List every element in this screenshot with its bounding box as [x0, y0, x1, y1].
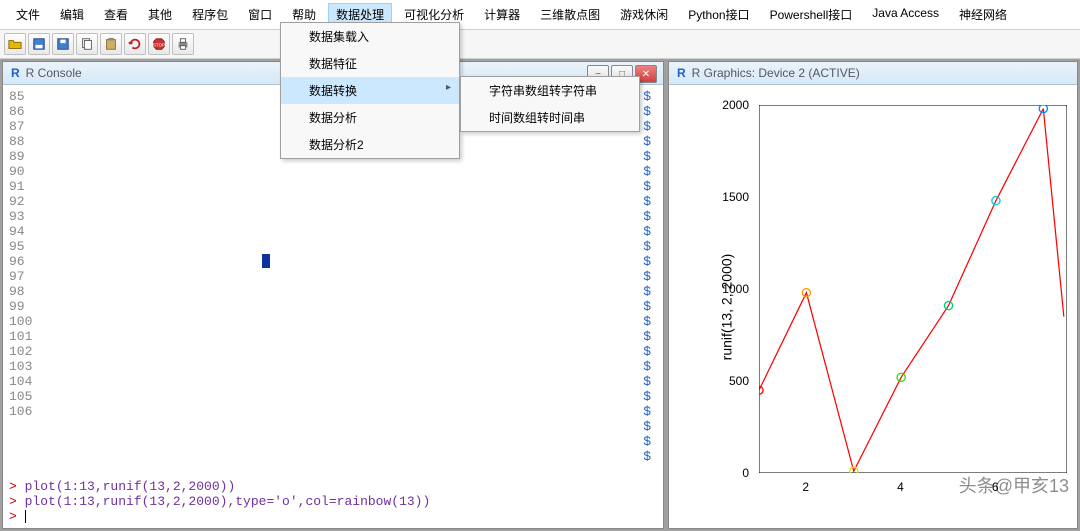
save-icon[interactable] — [52, 33, 74, 55]
dropdown-item[interactable]: 数据转换 — [281, 77, 459, 104]
refresh-icon[interactable] — [124, 33, 146, 55]
graphics-title-text: R Graphics: Device 2 (ACTIVE) — [692, 66, 860, 80]
y-tick-label: 1000 — [713, 282, 749, 296]
menu-item-3[interactable]: 其他 — [140, 3, 180, 26]
menu-item-11[interactable]: 游戏休闲 — [612, 3, 676, 26]
menu-item-0[interactable]: 文件 — [8, 3, 48, 26]
menu-item-5[interactable]: 窗口 — [240, 3, 280, 26]
menu-item-4[interactable]: 程序包 — [184, 3, 236, 26]
y-axis-ticks: 0 500 1000 1500 2000 — [709, 85, 749, 478]
y-tick-label: 1500 — [713, 190, 749, 204]
dropdown-item[interactable]: 时间数组转时间串 — [461, 104, 639, 131]
y-tick-label: 2000 — [713, 98, 749, 112]
menu-item-12[interactable]: Python接口 — [680, 3, 757, 26]
copy-icon[interactable] — [76, 33, 98, 55]
line-numbers: 8586878889909192939495969798991001011021… — [9, 89, 32, 524]
watermark-text: 头条@甲亥13 — [959, 472, 1069, 498]
svg-text:STOP: STOP — [153, 43, 165, 48]
console-right-gutter: $$$$$$$$$$$$$$$$$$$$$$$$$ — [643, 89, 657, 524]
dropdown-item[interactable]: 数据特征 — [281, 50, 459, 77]
menu-item-9[interactable]: 计算器 — [476, 3, 528, 26]
open-icon[interactable] — [4, 33, 26, 55]
plot-area — [759, 105, 1067, 473]
graphics-titlebar: R R Graphics: Device 2 (ACTIVE) — [669, 62, 1077, 85]
y-tick-label: 500 — [713, 374, 749, 388]
menu-item-2[interactable]: 查看 — [96, 3, 136, 26]
graphics-body: runif(13, 2, 2000) 0500100015002000 246 … — [669, 85, 1077, 528]
menu-item-1[interactable]: 编辑 — [52, 3, 92, 26]
menu-item-14[interactable]: Java Access — [864, 3, 947, 26]
menu-item-10[interactable]: 三维散点图 — [532, 3, 608, 26]
paste-icon[interactable] — [100, 33, 122, 55]
menubar: 文件编辑查看其他程序包窗口帮助数据处理可视化分析计算器三维散点图游戏休闲Pyth… — [0, 0, 1080, 30]
r-logo-icon: R — [11, 66, 20, 80]
console-title-text: R Console — [26, 66, 82, 80]
dropdown-data-transform: 字符串数组转字符串时间数组转时间串 — [460, 76, 640, 132]
text-cursor — [262, 254, 270, 268]
chart-svg — [759, 105, 1067, 473]
menu-item-13[interactable]: Powershell接口 — [762, 3, 861, 26]
toolbar: STOP — [0, 30, 1080, 59]
dropdown-item[interactable]: 数据分析 — [281, 104, 459, 131]
graphics-panel: R R Graphics: Device 2 (ACTIVE) runif(13… — [668, 61, 1078, 529]
menu-item-15[interactable]: 神经网络 — [951, 3, 1015, 26]
console-commands: > plot(1:13,runif(13,2,2000))> plot(1:13… — [9, 479, 430, 524]
x-tick-label: 2 — [802, 480, 809, 494]
dropdown-data-processing: 数据集载入数据特征数据转换数据分析数据分析2 — [280, 22, 460, 159]
stop-icon[interactable]: STOP — [148, 33, 170, 55]
r-logo-icon: R — [677, 66, 686, 80]
dropdown-item[interactable]: 字符串数组转字符串 — [461, 77, 639, 104]
save-as-icon[interactable] — [28, 33, 50, 55]
dropdown-item[interactable]: 数据分析2 — [281, 131, 459, 158]
dropdown-item[interactable]: 数据集载入 — [281, 23, 459, 50]
y-tick-label: 0 — [713, 466, 749, 480]
x-tick-label: 4 — [897, 480, 904, 494]
print-icon[interactable] — [172, 33, 194, 55]
